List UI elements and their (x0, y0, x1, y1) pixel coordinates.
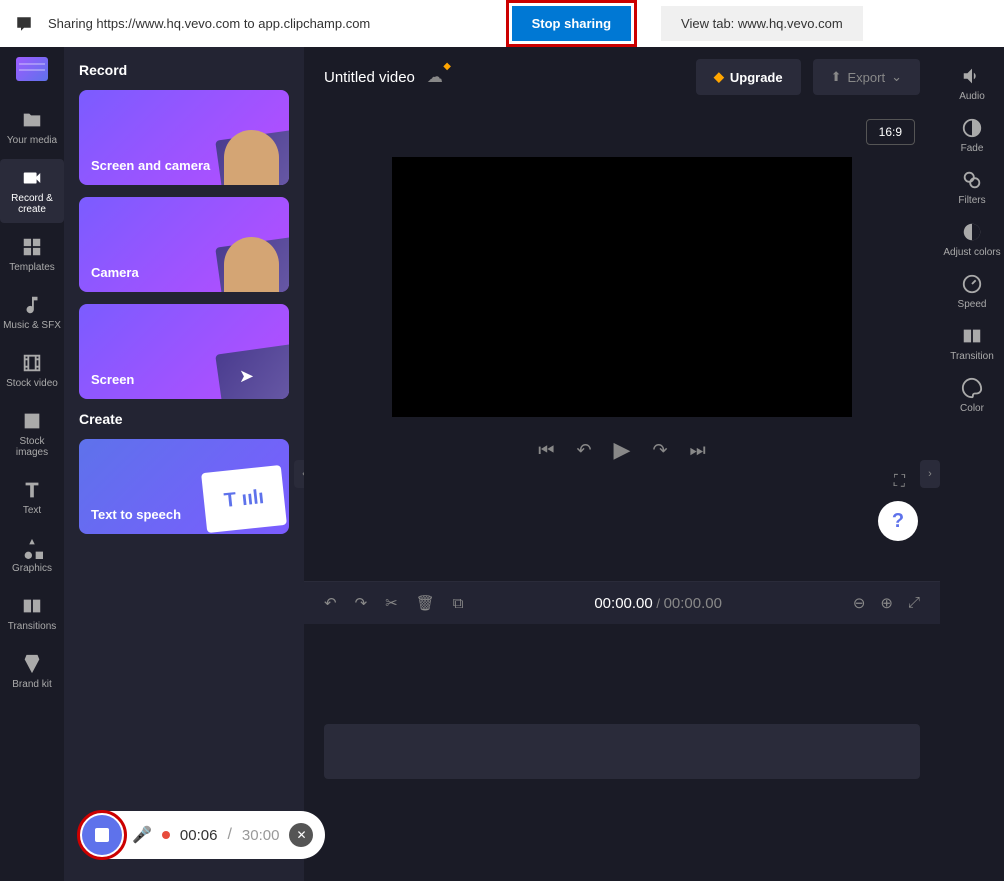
right-adjust-colors[interactable]: Adjust colors (943, 221, 1000, 258)
main-area: Untitled video ☁◆ ◆Upgrade ⬆Export⌄ 16:9… (304, 47, 940, 881)
right-color[interactable]: Color (960, 377, 984, 414)
nav-record-create[interactable]: Record & create (0, 159, 64, 223)
editor-header: Untitled video ☁◆ ◆Upgrade ⬆Export⌄ (304, 47, 940, 107)
help-button[interactable]: ? (878, 501, 918, 541)
recording-widget: 🎤 00:06 / 30:00 ✕ (78, 811, 325, 859)
upload-icon: ⬆ (831, 69, 842, 85)
card-camera[interactable]: Camera (79, 197, 289, 292)
sharing-text: Sharing https://www.hq.vevo.com to app.c… (48, 16, 370, 31)
card-screen-and-camera[interactable]: Screen and camera (79, 90, 289, 185)
card-text-to-speech[interactable]: T ıılıText to speech (79, 439, 289, 534)
preview-area: 16:9 ⏮ ↶ ▶ ↷ ⏭ ⛶ ? (304, 107, 940, 581)
side-panel: Record Screen and camera Camera ➤Screen … (64, 47, 304, 881)
fit-icon[interactable]: ⤢ (908, 594, 920, 612)
nav-templates[interactable]: Templates (0, 228, 64, 281)
forward-icon[interactable]: ↷ (652, 440, 667, 461)
play-icon[interactable]: ▶ (614, 437, 631, 463)
nav-brand-kit[interactable]: Brand kit (0, 645, 64, 698)
right-transition[interactable]: Transition (950, 325, 994, 362)
zoom-out-icon[interactable]: ⊖ (853, 594, 866, 612)
app-logo[interactable] (16, 57, 48, 81)
close-recording-button[interactable]: ✕ (289, 823, 313, 847)
nav-transitions[interactable]: Transitions (0, 587, 64, 640)
nav-text[interactable]: Text (0, 471, 64, 524)
video-preview[interactable] (392, 157, 852, 417)
right-audio[interactable]: Audio (959, 65, 985, 102)
card-screen[interactable]: ➤Screen (79, 304, 289, 399)
export-button[interactable]: ⬆Export⌄ (813, 59, 920, 95)
share-icon (10, 10, 38, 38)
right-speed[interactable]: Speed (958, 273, 987, 310)
trash-icon[interactable]: 🗑 (416, 594, 435, 612)
sharing-bar: Sharing https://www.hq.vevo.com to app.c… (0, 0, 1004, 47)
diamond-icon: ◆ (714, 69, 724, 85)
undo-icon[interactable]: ↶ (324, 594, 337, 612)
aspect-ratio-button[interactable]: 16:9 (866, 119, 915, 145)
create-section-title: Create (79, 411, 289, 427)
fullscreen-icon[interactable]: ⛶ (894, 473, 905, 491)
cursor-icon: ➤ (239, 366, 254, 387)
duplicate-icon[interactable]: ⧉ (453, 595, 464, 612)
nav-graphics[interactable]: Graphics (0, 529, 64, 582)
nav-stock-images[interactable]: Stock images (0, 402, 64, 466)
view-tab-button[interactable]: View tab: www.hq.vevo.com (661, 6, 863, 41)
playback-controls: ⏮ ↶ ▶ ↷ ⏭ (538, 437, 706, 463)
stop-sharing-button[interactable]: Stop sharing (512, 6, 631, 41)
right-nav: Audio Fade Filters Adjust colors Speed T… (940, 47, 1004, 881)
zoom-in-icon[interactable]: ⊕ (880, 594, 893, 612)
chevron-down-icon: ⌄ (891, 69, 902, 85)
redo-icon[interactable]: ↷ (355, 594, 368, 612)
skip-start-icon[interactable]: ⏮ (538, 440, 554, 461)
stop-recording-button[interactable] (82, 815, 122, 855)
skip-end-icon[interactable]: ⏭ (690, 440, 706, 461)
timeline: ↶ ↷ ✂ 🗑 ⧉ 00:00.00 / 00:00.00 ⊖ ⊕ ⤢ (304, 581, 940, 881)
nav-your-media[interactable]: Your media (0, 101, 64, 154)
cloud-sync-icon[interactable]: ☁◆ (427, 67, 443, 87)
nav-music-sfx[interactable]: Music & SFX (0, 286, 64, 339)
timeline-time: 00:00.00 / 00:00.00 (594, 595, 722, 612)
timeline-toolbar: ↶ ↷ ✂ 🗑 ⧉ 00:00.00 / 00:00.00 ⊖ ⊕ ⤢ (304, 582, 940, 624)
right-filters[interactable]: Filters (958, 169, 985, 206)
scissors-icon[interactable]: ✂ (385, 594, 398, 612)
mic-muted-icon[interactable]: 🎤 (132, 825, 152, 845)
recording-elapsed: 00:06 (180, 827, 218, 844)
timeline-track[interactable] (324, 724, 920, 779)
record-section-title: Record (79, 62, 289, 78)
collapse-right-button[interactable]: › (920, 460, 940, 488)
recording-max: 30:00 (242, 827, 280, 844)
right-fade[interactable]: Fade (961, 117, 984, 154)
left-nav: Your media Record & create Templates Mus… (0, 47, 64, 881)
nav-stock-video[interactable]: Stock video (0, 344, 64, 397)
recording-indicator-icon (162, 831, 170, 839)
project-title[interactable]: Untitled video (324, 69, 415, 86)
upgrade-button[interactable]: ◆Upgrade (696, 59, 801, 95)
rewind-icon[interactable]: ↶ (576, 440, 591, 461)
premium-badge-icon: ◆ (443, 61, 451, 72)
